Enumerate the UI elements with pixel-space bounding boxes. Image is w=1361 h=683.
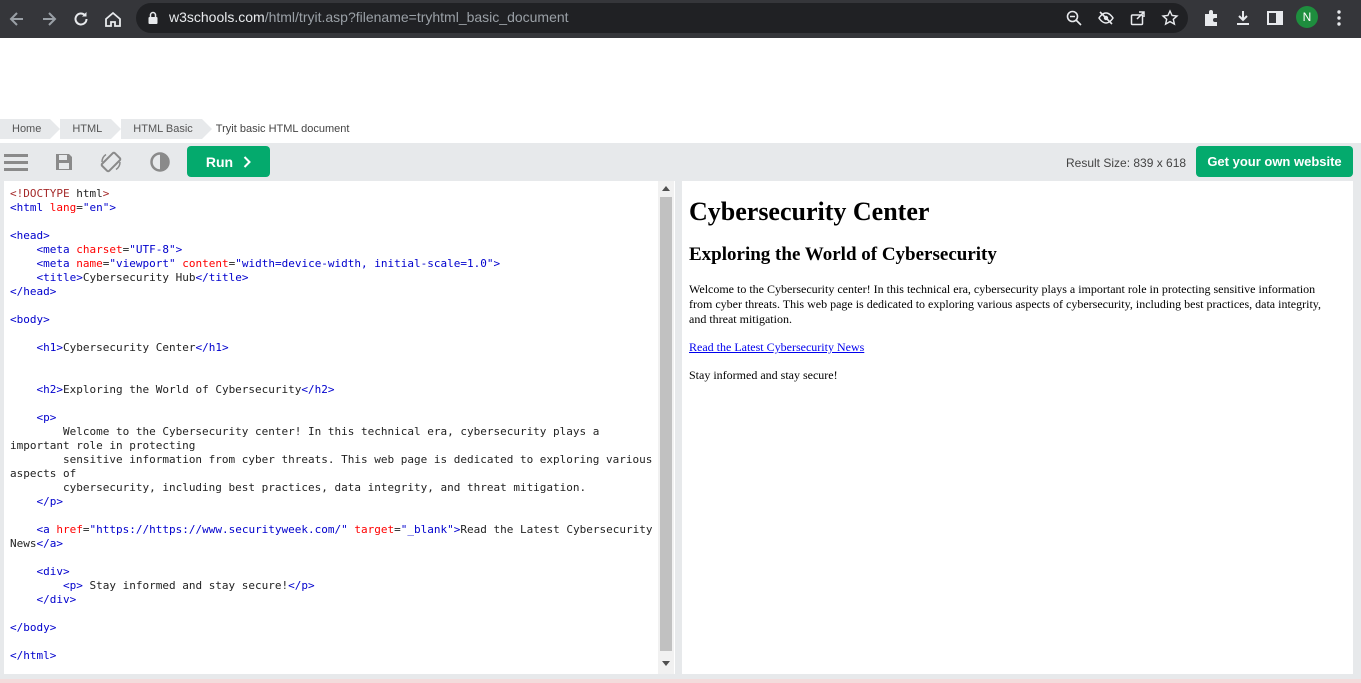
code-line[interactable] — [10, 369, 658, 383]
menu-icon[interactable] — [4, 150, 28, 174]
result-news-link[interactable]: Read the Latest Cybersecurity News — [689, 340, 864, 355]
get-own-website-button[interactable]: Get your own website — [1196, 146, 1353, 177]
scroll-up-icon[interactable] — [661, 183, 671, 193]
breadcrumb: Home HTML HTML Basic Tryit basic HTML do… — [0, 119, 368, 139]
save-icon[interactable] — [52, 150, 76, 174]
code-line[interactable] — [10, 299, 658, 313]
lock-icon[interactable] — [145, 10, 161, 26]
result-size-label: Result Size: 839 x 618 — [1066, 156, 1187, 170]
code-line[interactable]: <div> — [10, 565, 658, 579]
scroll-down-icon[interactable] — [661, 659, 671, 669]
code-line[interactable]: <html lang="en"> — [10, 201, 658, 215]
code-line[interactable] — [10, 551, 658, 565]
breadcrumb-html-basic[interactable]: HTML Basic — [121, 119, 212, 139]
chevron-right-icon — [243, 155, 252, 168]
back-arrow-icon[interactable] — [5, 7, 29, 31]
bottom-divider — [0, 679, 1361, 683]
result-heading-2: Exploring the World of Cybersecurity — [689, 244, 997, 265]
code-line[interactable]: <p> Stay informed and stay secure!</p> — [10, 579, 658, 593]
contrast-icon[interactable] — [148, 150, 172, 174]
code-line[interactable]: </head> — [10, 285, 658, 299]
result-frame: Cybersecurity Center Exploring the World… — [682, 181, 1353, 674]
code-line[interactable]: <h2>Exploring the World of Cybersecurity… — [10, 383, 658, 397]
rotate-icon[interactable] — [99, 150, 123, 174]
code-line[interactable]: </html> — [10, 649, 658, 663]
code-line[interactable]: <title>Cybersecurity Hub</title> — [10, 271, 658, 285]
breadcrumb-html[interactable]: HTML — [60, 119, 122, 139]
profile-avatar[interactable]: N — [1296, 6, 1318, 28]
code-line[interactable]: <head> — [10, 229, 658, 243]
editor-scroll-thumb[interactable] — [660, 197, 672, 651]
code-line[interactable] — [10, 215, 658, 229]
address-bar[interactable]: w3schools.com/html/tryit.asp?filename=tr… — [136, 3, 1188, 33]
result-intro-paragraph: Welcome to the Cybersecurity center! In … — [689, 282, 1322, 326]
run-button[interactable]: Run — [187, 146, 270, 177]
eye-slash-icon[interactable] — [1097, 9, 1115, 27]
breadcrumb-current: Tryit basic HTML document — [215, 123, 350, 135]
code-line[interactable]: </p> — [10, 495, 658, 509]
run-button-label: Run — [205, 153, 234, 170]
kebab-menu-icon[interactable] — [1329, 8, 1349, 28]
code-editor[interactable]: <!DOCTYPE html> <html lang="en"> <head> <… — [4, 181, 675, 674]
code-line[interactable] — [10, 327, 658, 341]
code-line[interactable]: Welcome to the Cybersecurity center! In … — [10, 425, 658, 453]
code-line[interactable]: <p> — [10, 411, 658, 425]
code-line[interactable]: <!DOCTYPE html> — [10, 187, 658, 201]
code-line[interactable]: cybersecurity, including best practices,… — [10, 481, 658, 495]
breadcrumb-home[interactable]: Home — [0, 119, 61, 139]
code-line[interactable] — [10, 509, 658, 523]
code-content[interactable]: <!DOCTYPE html> <html lang="en"> <head> <… — [10, 187, 658, 663]
code-line[interactable]: sensitive information from cyber threats… — [10, 453, 658, 481]
code-line[interactable]: </body> — [10, 621, 658, 635]
sidepanel-icon[interactable] — [1265, 8, 1285, 28]
result-stay-paragraph: Stay informed and stay secure! — [689, 368, 838, 382]
download-icon[interactable] — [1233, 8, 1253, 28]
reload-icon[interactable] — [69, 7, 93, 31]
forward-arrow-icon[interactable] — [37, 7, 61, 31]
code-line[interactable] — [10, 635, 658, 649]
puzzle-icon[interactable] — [1201, 8, 1221, 28]
star-icon[interactable] — [1161, 9, 1179, 27]
code-line[interactable] — [10, 607, 658, 621]
browser-toolbar: w3schools.com/html/tryit.asp?filename=tr… — [0, 0, 1361, 38]
code-line[interactable]: <h1>Cybersecurity Center</h1> — [10, 341, 658, 355]
code-line[interactable]: </div> — [10, 593, 658, 607]
code-line[interactable] — [10, 397, 658, 411]
url-text: w3schools.com/html/tryit.asp?filename=tr… — [169, 9, 569, 25]
zoom-icon[interactable] — [1065, 9, 1083, 27]
code-line[interactable]: <body> — [10, 313, 658, 327]
share-icon[interactable] — [1129, 9, 1147, 27]
home-icon[interactable] — [101, 7, 125, 31]
code-line[interactable]: <meta charset="UTF-8"> — [10, 243, 658, 257]
code-line[interactable] — [10, 355, 658, 369]
code-line[interactable]: <a href="https://https://www.securitywee… — [10, 523, 658, 551]
code-line[interactable]: <meta name="viewport" content="width=dev… — [10, 257, 658, 271]
result-heading-1: Cybersecurity Center — [689, 197, 930, 226]
